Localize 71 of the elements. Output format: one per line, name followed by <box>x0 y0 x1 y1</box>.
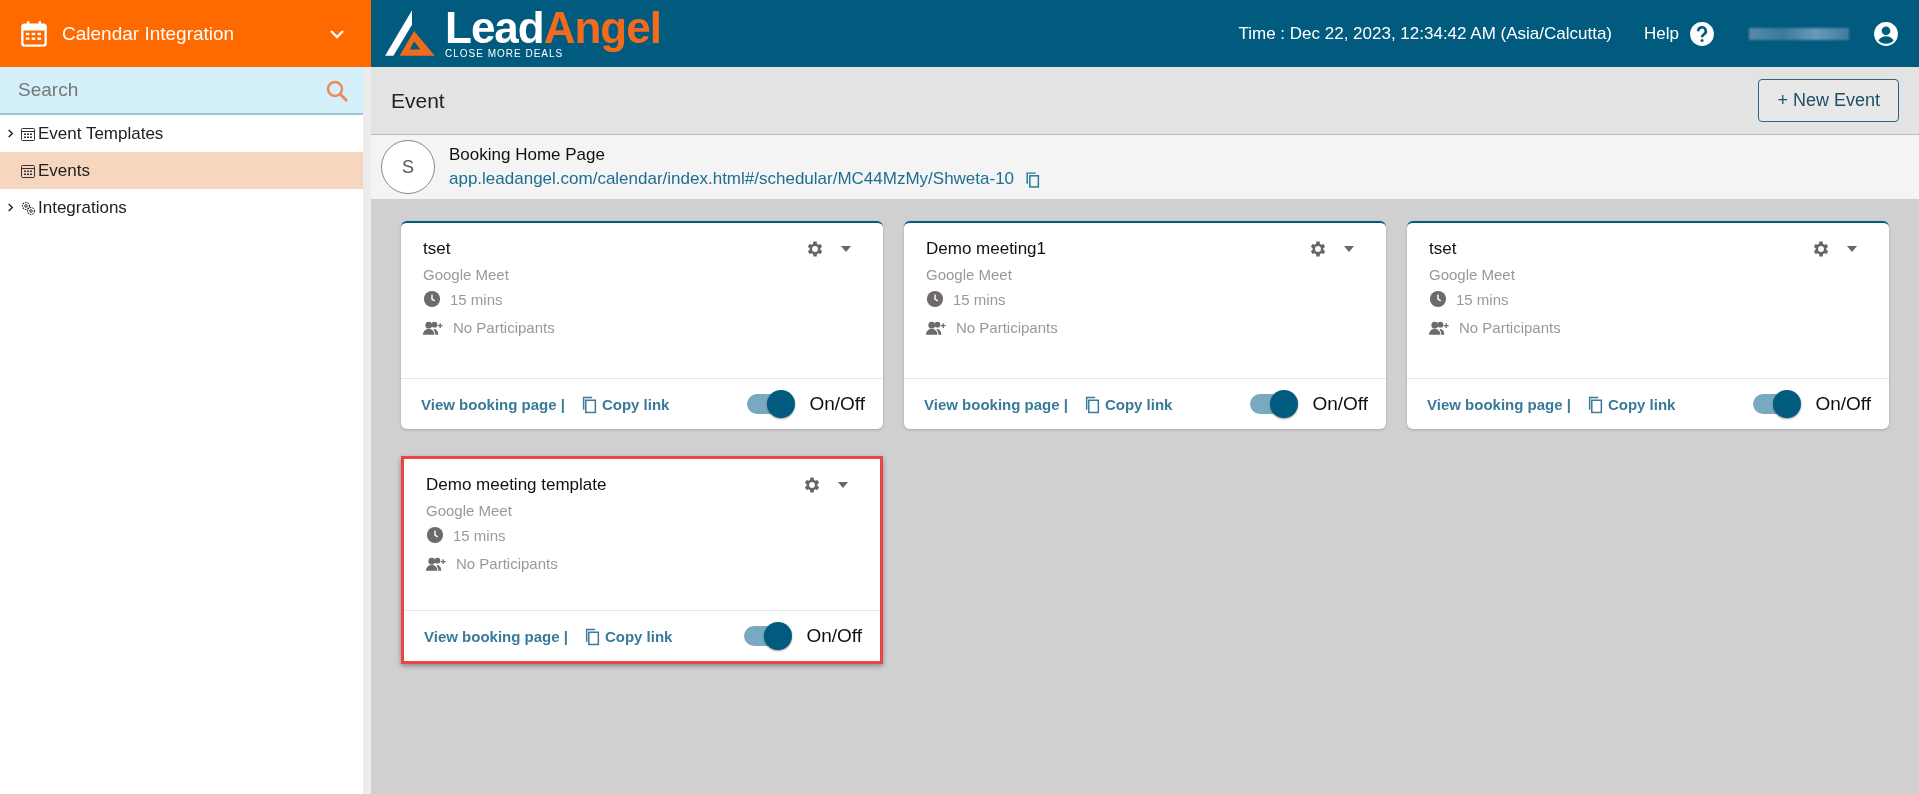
toggle-label: On/Off <box>806 625 862 647</box>
event-platform: Google Meet <box>423 266 510 283</box>
participants-text: No Participants <box>456 555 558 572</box>
caret-down-icon[interactable] <box>1344 246 1354 252</box>
view-booking-page-link[interactable]: View booking page | <box>421 395 565 413</box>
copy-link[interactable]: Copy link <box>601 395 670 413</box>
view-booking-page-link[interactable]: View booking page | <box>1427 395 1571 413</box>
event-name: tset <box>423 239 451 259</box>
booking-title: Booking Home Page <box>449 145 606 165</box>
copy-link[interactable]: Copy link <box>1607 395 1676 413</box>
settings-icon[interactable] <box>1811 239 1831 259</box>
booking-url-link[interactable]: app.leadangel.com/calendar/index.html#/schedular/MC44MzMy/Shweta-10 <box>449 169 1015 189</box>
toggle-label: On/Off <box>1815 393 1871 415</box>
participants-text: No Participants <box>453 319 555 336</box>
calendar-icon <box>20 162 36 179</box>
caret-down-icon[interactable] <box>1847 246 1857 252</box>
settings-icon[interactable] <box>1308 239 1328 259</box>
resize-handle[interactable] <box>363 67 371 794</box>
copy-link[interactable]: Copy link <box>604 627 673 645</box>
page-title: Event <box>391 88 445 113</box>
settings-icon[interactable] <box>805 239 825 259</box>
event-duration: 15 mins <box>953 290 1006 308</box>
copy-link[interactable]: Copy link <box>1104 395 1173 413</box>
toggle-label: On/Off <box>809 393 865 415</box>
event-platform: Google Meet <box>926 266 1013 283</box>
chevron-right-icon[interactable] <box>6 129 15 138</box>
help-link[interactable]: Help <box>1644 23 1679 44</box>
user-avatar-icon[interactable] <box>1873 20 1899 47</box>
sidebar-item[interactable]: Events <box>0 152 363 189</box>
event-platform: Google Meet <box>426 502 513 519</box>
app-switcher[interactable]: Calendar Integration <box>0 0 371 67</box>
view-booking-page-link[interactable]: View booking page | <box>424 627 568 645</box>
calendar-icon <box>20 19 48 48</box>
event-name: Demo meeting template <box>426 475 607 495</box>
event-duration: 15 mins <box>450 290 503 308</box>
clock-icon <box>1429 290 1447 308</box>
sidebar-item[interactable]: Event Templates <box>0 115 363 152</box>
app-title: Calendar Integration <box>62 22 236 45</box>
add-people-icon <box>423 319 444 336</box>
clock-icon <box>426 526 444 544</box>
clock-icon <box>423 290 441 308</box>
toggle-label: On/Off <box>1312 393 1368 415</box>
avatar: S <box>381 140 435 194</box>
settings-icon[interactable] <box>802 475 822 495</box>
caret-down-icon[interactable] <box>838 482 848 488</box>
copy-icon[interactable] <box>580 394 598 414</box>
chevron-right-icon[interactable] <box>6 203 15 212</box>
event-name: Demo meeting1 <box>926 239 1046 259</box>
event-platform: Google Meet <box>1429 266 1516 283</box>
add-people-icon <box>426 555 447 572</box>
view-booking-page-link[interactable]: View booking page | <box>924 395 1068 413</box>
sidebar-item[interactable]: Integrations <box>0 189 363 226</box>
calendar-icon <box>20 125 36 142</box>
gears-icon <box>20 199 36 216</box>
event-name: tset <box>1429 239 1457 259</box>
copy-icon[interactable] <box>1024 170 1042 188</box>
search-field[interactable]: Search <box>0 67 363 115</box>
copy-icon[interactable] <box>1083 394 1101 414</box>
participants-text: No Participants <box>1459 319 1561 336</box>
help-icon[interactable] <box>1689 20 1715 47</box>
participants-text: No Participants <box>956 319 1058 336</box>
time-text: Time : Dec 22, 2023, 12:34:42 AM (Asia/Calcutta) <box>1238 23 1613 44</box>
add-people-icon <box>1429 319 1450 336</box>
new-event-button[interactable]: + New Event <box>1758 79 1899 122</box>
clock-icon <box>926 290 944 308</box>
event-duration: 15 mins <box>453 526 506 544</box>
caret-down-icon[interactable] <box>841 246 851 252</box>
copy-icon[interactable] <box>1586 394 1604 414</box>
copy-icon[interactable] <box>583 626 601 646</box>
add-people-icon <box>926 319 947 336</box>
event-duration: 15 mins <box>1456 290 1509 308</box>
